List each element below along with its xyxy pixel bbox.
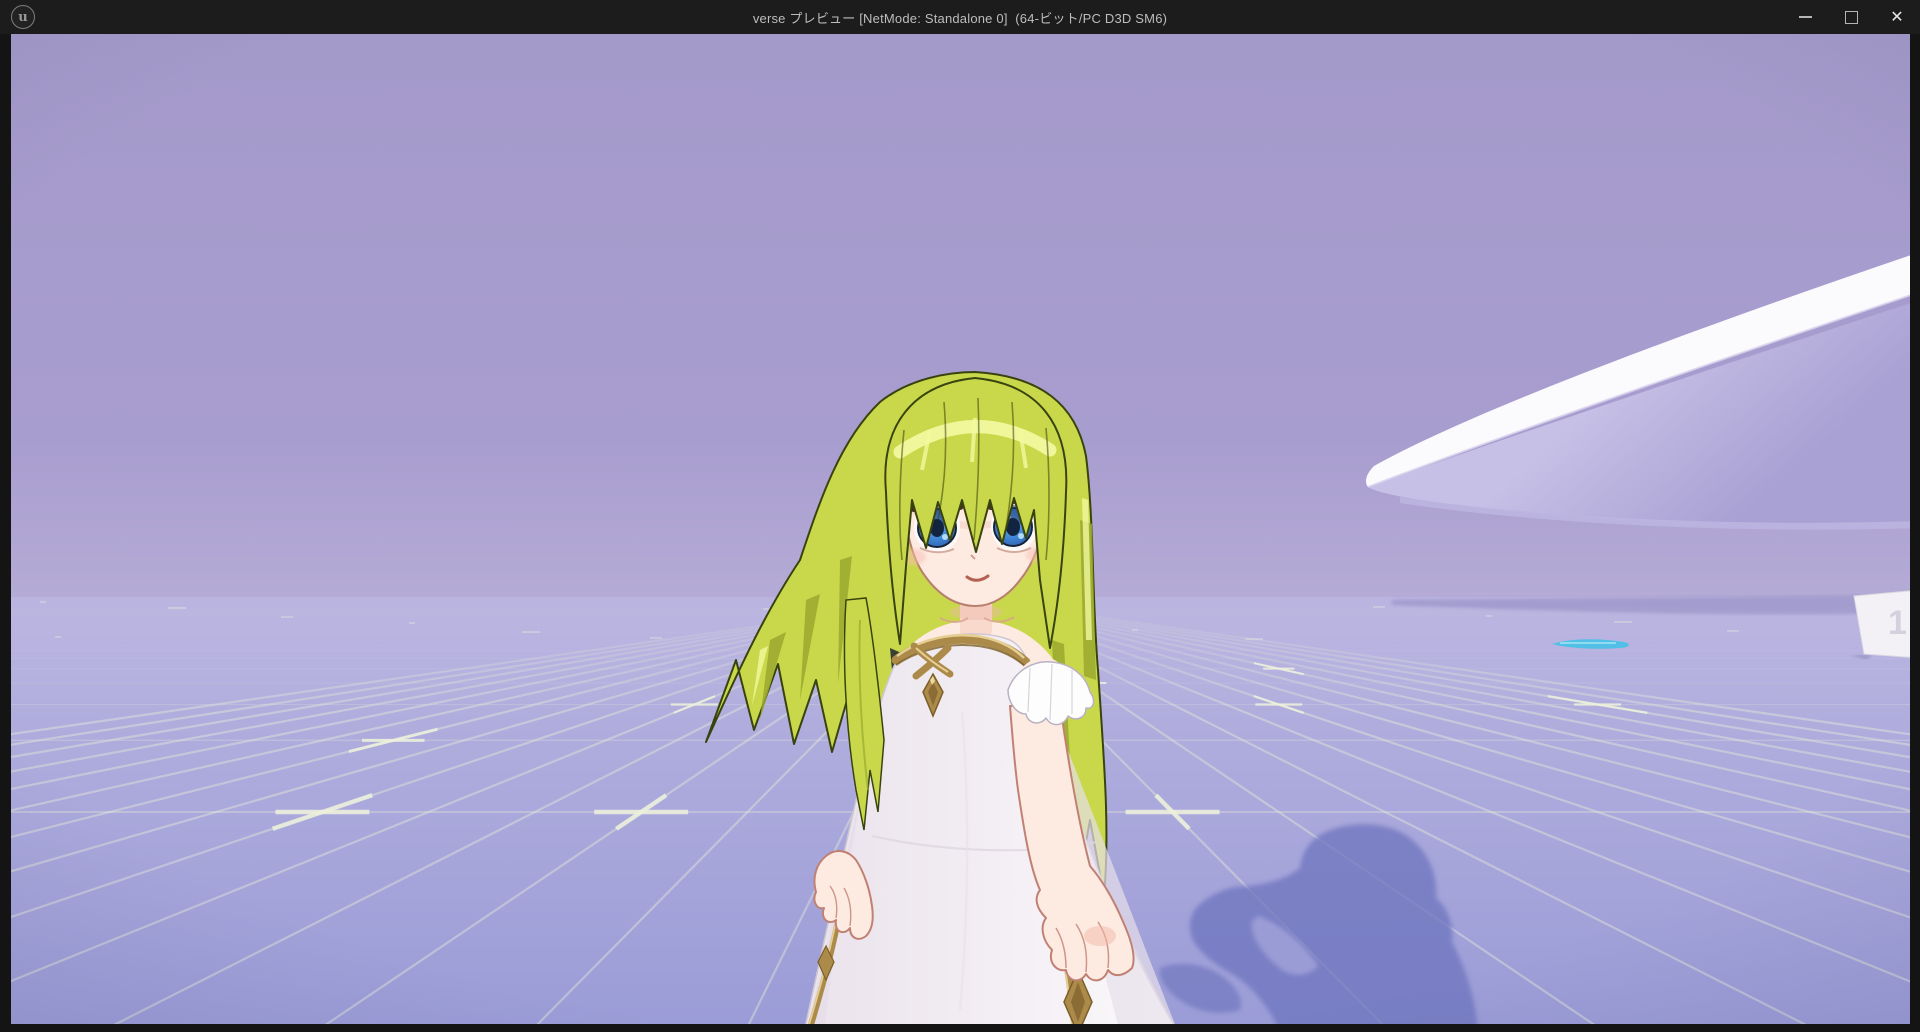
- viewport-canvas: 1: [11, 34, 1910, 1024]
- minimize-button[interactable]: [1782, 0, 1828, 34]
- titlebar[interactable]: u verse プレビュー [NetMode: Standalone 0] (6…: [0, 0, 1920, 34]
- game-viewport[interactable]: 1: [11, 34, 1910, 1024]
- unreal-preview-window: { "window": { "app_icon": "unreal-engine…: [0, 0, 1920, 1032]
- minimize-icon: [1799, 16, 1812, 18]
- vignette: [11, 34, 1910, 1024]
- maximize-button[interactable]: [1828, 0, 1874, 34]
- close-button[interactable]: ✕: [1874, 0, 1920, 34]
- window-controls: ✕: [1782, 0, 1920, 34]
- window-title: verse プレビュー [NetMode: Standalone 0] (64-…: [0, 0, 1920, 34]
- unreal-engine-logo-icon[interactable]: u: [11, 5, 35, 29]
- maximize-icon: [1845, 11, 1858, 24]
